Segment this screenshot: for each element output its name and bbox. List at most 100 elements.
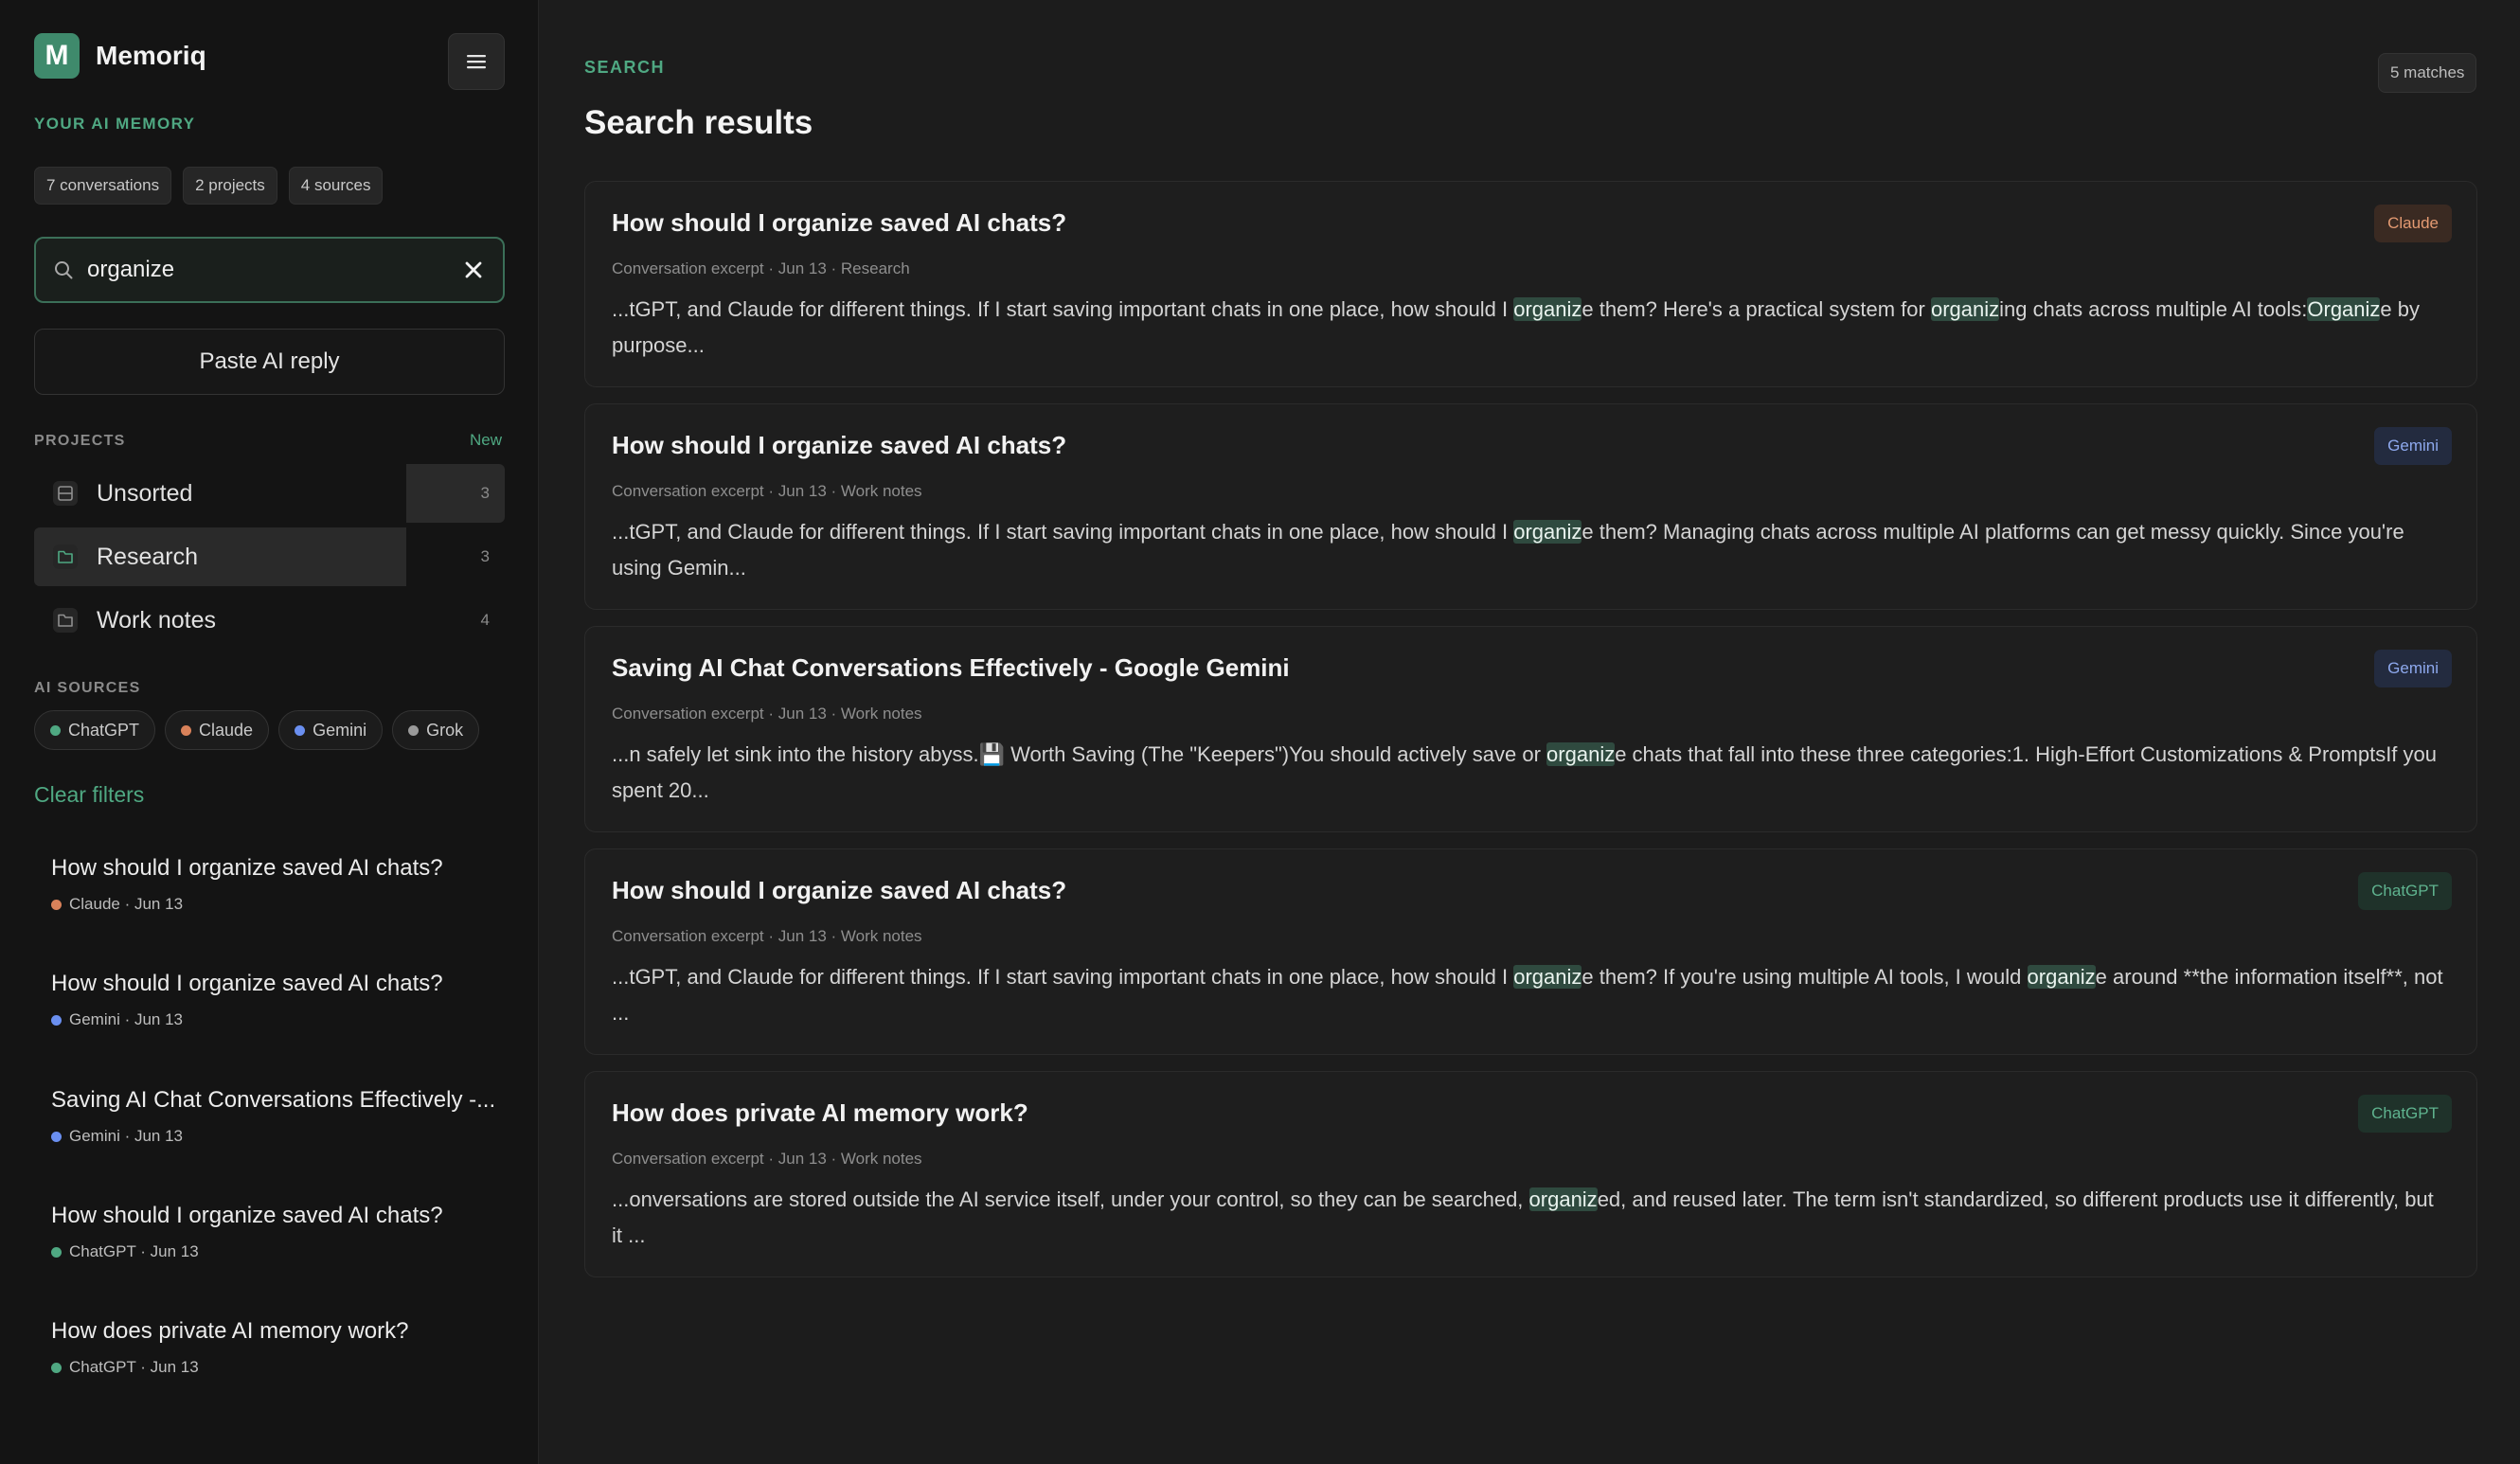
- search-box: [34, 237, 505, 303]
- folder-icon: [53, 608, 78, 633]
- conversation-title: How does private AI memory work?: [51, 1318, 409, 1344]
- result-title: How should I organize saved AI chats?: [612, 431, 1067, 459]
- result-title: Saving AI Chat Conversations Effectively…: [612, 653, 1290, 682]
- project-item-label: Research: [97, 543, 198, 570]
- ai-sources-label: AI SOURCES: [34, 680, 141, 696]
- conversation-title: How should I organize saved AI chats?: [51, 855, 443, 881]
- new-project-link[interactable]: New: [470, 431, 502, 450]
- conversation-title: How should I organize saved AI chats?: [51, 1203, 443, 1228]
- conversation-meta: ChatGPT · Jun 13: [51, 1358, 496, 1377]
- result-title: How should I organize saved AI chats?: [612, 876, 1067, 904]
- search-icon: [55, 261, 73, 279]
- result-meta: Conversation excerpt · Jun 13 · Work not…: [612, 705, 922, 723]
- conversation-list-item[interactable]: Saving AI Chat Conversations Effectively…: [51, 1087, 496, 1146]
- result-title: How does private AI memory work?: [612, 1098, 1028, 1127]
- search-highlight: organiz: [1546, 742, 1616, 766]
- status-dot: [408, 724, 420, 736]
- source-chip-label: ChatGPT: [68, 720, 140, 740]
- search-highlight: organiz: [1513, 965, 1582, 989]
- source-dot: [51, 1131, 62, 1142]
- conversation-list-item[interactable]: How should I organize saved AI chats? Ch…: [51, 1203, 496, 1261]
- conversation-list-item[interactable]: How should I organize saved AI chats? Cl…: [51, 855, 496, 914]
- result-meta: Conversation excerpt · Jun 13 · Work not…: [612, 927, 922, 945]
- inbox-icon: [53, 481, 78, 506]
- search-input[interactable]: [87, 257, 461, 283]
- snippet-text: ...tGPT, and Claude for different things…: [612, 520, 1514, 544]
- brand-name: Memoriq: [96, 41, 206, 70]
- conversation-meta-text: Gemini · Jun 13: [69, 1010, 183, 1028]
- conversation-title: Saving AI Chat Conversations Effectively…: [51, 1087, 496, 1113]
- app-root: M Memoriq YOUR AI MEMORY 7 conversations…: [0, 0, 2520, 1464]
- source-dot: [51, 899, 62, 910]
- stat-conversations: 7 conversations: [34, 167, 172, 205]
- search-result-card[interactable]: How does private AI memory work? Conversa…: [584, 1071, 2477, 1277]
- clear-search-button[interactable]: [461, 258, 486, 282]
- project-item-label: Work notes: [97, 606, 216, 634]
- search-result-card[interactable]: How should I organize saved AI chats? Con…: [584, 848, 2477, 1055]
- source-chip-claude[interactable]: Claude: [165, 710, 270, 750]
- project-item-unsorted[interactable]: Unsorted 3: [34, 464, 505, 523]
- search-results-list: How should I organize saved AI chats? Con…: [584, 181, 2477, 1294]
- conversation-meta-text: ChatGPT · Jun 13: [69, 1358, 199, 1376]
- status-dot: [50, 724, 61, 736]
- search-highlight: organiz: [1513, 520, 1582, 544]
- result-snippet: ...onversations are stored outside the A…: [612, 1182, 2444, 1254]
- snippet-text: ing chats across multiple AI tools:: [1999, 297, 2308, 321]
- project-item-work-notes[interactable]: Work notes 4: [34, 591, 505, 650]
- search-result-card[interactable]: Saving AI Chat Conversations Effectively…: [584, 626, 2477, 832]
- page-title: Search results: [584, 104, 813, 141]
- ai-sources-row: ChatGPT Claude Gemini Grok: [34, 710, 480, 750]
- search-result-card[interactable]: How should I organize saved AI chats? Con…: [584, 181, 2477, 387]
- result-meta: Conversation excerpt · Jun 13 · Work not…: [612, 482, 922, 500]
- hamburger-menu-icon: [467, 55, 486, 69]
- project-item-main: Unsorted: [34, 464, 406, 523]
- project-item-label: Unsorted: [97, 479, 193, 507]
- source-chip-chatgpt[interactable]: ChatGPT: [34, 710, 156, 750]
- conversation-meta: Gemini · Jun 13: [51, 1127, 496, 1146]
- status-dot: [181, 724, 192, 736]
- conversation-meta: Gemini · Jun 13: [51, 1010, 496, 1029]
- snippet-text: ...tGPT, and Claude for different things…: [612, 297, 1514, 321]
- paste-ai-reply-button[interactable]: Paste AI reply: [34, 329, 505, 395]
- projects-label: PROJECTS: [34, 433, 126, 449]
- stat-projects: 2 projects: [183, 167, 277, 205]
- project-item-count: 4: [480, 611, 490, 629]
- snippet-text: ...n safely let sink into the history ab…: [612, 742, 1547, 766]
- main-panel: SEARCH Search results 5 matches How shou…: [539, 0, 2520, 1464]
- conversation-meta-text: ChatGPT · Jun 13: [69, 1242, 199, 1260]
- conversation-list-item[interactable]: How should I organize saved AI chats? Ge…: [51, 971, 496, 1029]
- conversation-meta-text: Claude · Jun 13: [69, 895, 184, 913]
- search-highlight: organiz: [1930, 297, 2000, 321]
- result-snippet: ...tGPT, and Claude for different things…: [612, 959, 2444, 1031]
- brand-tagline: YOUR AI MEMORY: [34, 115, 196, 133]
- brand[interactable]: M Memoriq: [34, 33, 206, 79]
- match-count-badge: 5 matches: [2378, 53, 2477, 93]
- conversation-list-item[interactable]: How does private AI memory work? ChatGPT…: [51, 1318, 496, 1377]
- source-chip-gemini[interactable]: Gemini: [278, 710, 384, 750]
- search-highlight: organiz: [1528, 1187, 1598, 1211]
- search-result-card[interactable]: How should I organize saved AI chats? Con…: [584, 403, 2477, 610]
- snippet-text: e them? Here's a practical system for: [1582, 297, 1931, 321]
- source-badge: ChatGPT: [2358, 872, 2452, 910]
- source-chip-label: Gemini: [313, 720, 367, 740]
- search-highlight: organiz: [2027, 965, 2096, 989]
- snippet-text: ...onversations are stored outside the A…: [612, 1187, 1529, 1211]
- project-item-main: Work notes: [34, 591, 406, 650]
- result-title: How should I organize saved AI chats?: [612, 208, 1067, 237]
- menu-button[interactable]: [448, 33, 505, 90]
- folder-icon: [53, 545, 78, 569]
- search-highlight: organiz: [1513, 297, 1582, 321]
- result-snippet: ...tGPT, and Claude for different things…: [612, 292, 2444, 364]
- project-item-research[interactable]: Research 3: [34, 527, 505, 586]
- source-chip-grok[interactable]: Grok: [392, 710, 480, 750]
- breadcrumb: SEARCH: [584, 58, 666, 77]
- status-dot: [295, 724, 306, 736]
- snippet-text: e them? If you're using multiple AI tool…: [1582, 965, 2028, 989]
- source-chip-label: Claude: [199, 720, 254, 740]
- sidebar: M Memoriq YOUR AI MEMORY 7 conversations…: [0, 0, 539, 1464]
- result-snippet: ...tGPT, and Claude for different things…: [612, 514, 2444, 586]
- stats-row: 7 conversations 2 projects 4 sources: [34, 167, 384, 205]
- result-meta: Conversation excerpt · Jun 13 · Work not…: [612, 1150, 922, 1168]
- clear-filters-link[interactable]: Clear filters: [34, 782, 144, 808]
- brand-logo: M: [34, 33, 80, 79]
